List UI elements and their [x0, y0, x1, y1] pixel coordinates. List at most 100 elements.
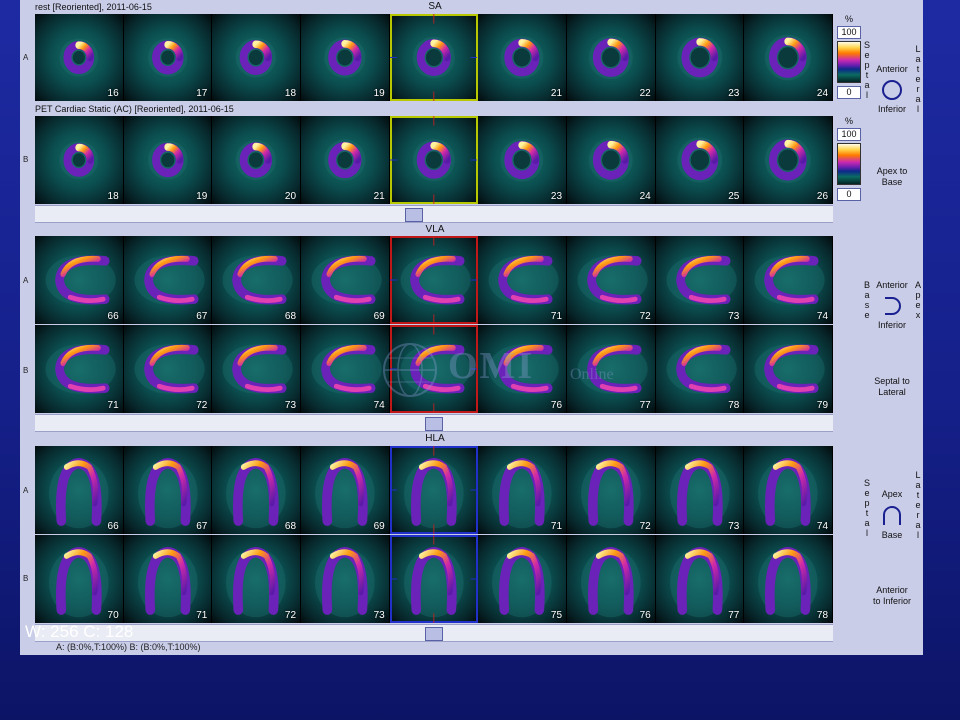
image-frame[interactable]: 16 [35, 14, 124, 101]
image-frame[interactable]: 24 [744, 14, 834, 101]
image-frame[interactable]: 72 [212, 535, 302, 623]
image-strip-sa-b[interactable]: 18 19 20 21 23 24 25 26 [35, 116, 834, 204]
image-frame[interactable]: 17 [123, 14, 213, 101]
slice-slider-hla[interactable] [35, 624, 833, 642]
image-frame[interactable]: 69 [301, 446, 390, 534]
slice-number: 66 [107, 311, 119, 322]
image-frame[interactable]: 76 [567, 535, 656, 623]
image-strip-vla-b[interactable]: 71 72 73 74 76 77 78 79 [35, 325, 834, 413]
image-frame[interactable]: 23 [478, 116, 568, 204]
image-frame[interactable]: 78 [655, 325, 745, 413]
caption-pet: PET Cardiac Static (AC) [Reoriented], 20… [35, 104, 234, 114]
image-frame[interactable]: 73 [212, 325, 302, 413]
image-frame[interactable]: 73 [655, 446, 745, 534]
slice-number: 21 [373, 191, 385, 202]
row-label-vla-b: B [23, 366, 29, 375]
orient-vla-right: Apex [914, 280, 921, 320]
image-frame[interactable]: 71 [35, 325, 124, 413]
image-frame[interactable] [389, 325, 479, 413]
image-frame[interactable]: 74 [744, 446, 834, 534]
image-frame[interactable]: 21 [301, 116, 390, 204]
slice-number: 18 [284, 88, 297, 99]
slice-number: 68 [284, 311, 297, 322]
image-frame[interactable]: 77 [655, 535, 745, 623]
image-frame[interactable]: 72 [567, 236, 656, 324]
ring-orientation-icon [882, 80, 902, 100]
slice-number: 68 [284, 521, 297, 532]
image-strip-hla-a[interactable]: 66 67 68 69 71 72 73 74 [35, 446, 834, 534]
image-frame[interactable]: 24 [567, 116, 656, 204]
image-frame[interactable]: 66 [35, 236, 124, 324]
image-frame[interactable]: 19 [301, 14, 390, 101]
image-strip-sa-a[interactable]: 16 17 18 19 21 22 23 24 [35, 14, 834, 101]
orient-hla-left: Septal [863, 478, 870, 538]
image-frame[interactable]: 68 [212, 446, 302, 534]
slice-number: 71 [550, 521, 563, 532]
image-frame[interactable]: 76 [478, 325, 568, 413]
image-frame[interactable]: 74 [744, 236, 834, 324]
orient-hla-axis: Anterior to Inferior [872, 585, 912, 606]
threshold-status: A: (B:0%,T:100%) B: (B:0%,T:100%) [56, 642, 201, 652]
image-frame[interactable]: 73 [655, 236, 745, 324]
image-frame[interactable]: 18 [35, 116, 124, 204]
image-frame[interactable]: 70 [35, 535, 124, 623]
image-frame[interactable]: 26 [744, 116, 834, 204]
slice-number: 70 [107, 610, 119, 621]
image-frame[interactable] [389, 116, 479, 204]
image-frame[interactable] [389, 535, 479, 623]
view-title-vla: VLA [425, 224, 445, 235]
perfusion-image [389, 535, 478, 623]
image-frame[interactable]: 66 [35, 446, 124, 534]
slice-number: 67 [196, 311, 208, 322]
colorbar-max-a[interactable]: 100 [837, 26, 861, 39]
image-frame[interactable]: 67 [123, 446, 213, 534]
image-frame[interactable]: 73 [301, 535, 390, 623]
image-frame[interactable] [389, 14, 479, 101]
slider-thumb-vla[interactable] [425, 417, 443, 431]
slice-slider-sa[interactable] [35, 205, 833, 223]
image-frame[interactable]: 67 [123, 236, 213, 324]
image-frame[interactable] [389, 446, 479, 534]
colorbar-max-b[interactable]: 100 [837, 128, 861, 141]
slider-thumb-sa[interactable] [405, 208, 423, 222]
image-frame[interactable]: 72 [123, 325, 213, 413]
arch-up-orientation-icon [883, 506, 901, 525]
colorbar-min-a[interactable]: 0 [837, 86, 861, 99]
image-frame[interactable]: 20 [212, 116, 302, 204]
colorbar-unit-b: % [844, 116, 853, 126]
slice-number: 24 [816, 88, 829, 99]
image-frame[interactable]: 71 [478, 446, 568, 534]
slice-number: 22 [639, 88, 651, 99]
row-label-sa-a: A [23, 53, 29, 62]
image-frame[interactable]: 75 [478, 535, 568, 623]
slice-number: 78 [728, 400, 740, 411]
image-frame[interactable]: 23 [655, 14, 745, 101]
image-frame[interactable]: 78 [744, 535, 834, 623]
image-strip-vla-a[interactable]: 66 67 68 69 71 72 73 74 [35, 236, 834, 324]
view-title-sa: SA [428, 1, 442, 12]
cardiac-viewer: rest [Reoriented], 2011-06-15 SA A 16 17 [20, 0, 923, 655]
image-frame[interactable] [389, 236, 479, 324]
image-frame[interactable]: 22 [567, 14, 656, 101]
image-frame[interactable]: 18 [212, 14, 302, 101]
slice-number: 69 [373, 521, 385, 532]
colorbar-min-b[interactable]: 0 [837, 188, 861, 201]
image-frame[interactable]: 21 [478, 14, 568, 101]
slice-number: 74 [816, 521, 829, 532]
image-frame[interactable]: 74 [301, 325, 390, 413]
colorbar-unit-a: % [844, 14, 853, 24]
caption-rest: rest [Reoriented], 2011-06-15 [35, 2, 152, 12]
image-frame[interactable]: 79 [744, 325, 834, 413]
slider-thumb-hla[interactable] [425, 627, 443, 641]
image-frame[interactable]: 25 [655, 116, 745, 204]
slice-slider-vla[interactable] [35, 414, 833, 432]
image-strip-hla-b[interactable]: 70 71 72 73 75 76 77 78 [35, 535, 834, 623]
image-frame[interactable]: 71 [478, 236, 568, 324]
image-frame[interactable]: 69 [301, 236, 390, 324]
image-frame[interactable]: 72 [567, 446, 656, 534]
image-frame[interactable]: 71 [123, 535, 213, 623]
image-frame[interactable]: 19 [123, 116, 213, 204]
image-frame[interactable]: 68 [212, 236, 302, 324]
slice-number: 72 [639, 521, 651, 532]
image-frame[interactable]: 77 [567, 325, 656, 413]
